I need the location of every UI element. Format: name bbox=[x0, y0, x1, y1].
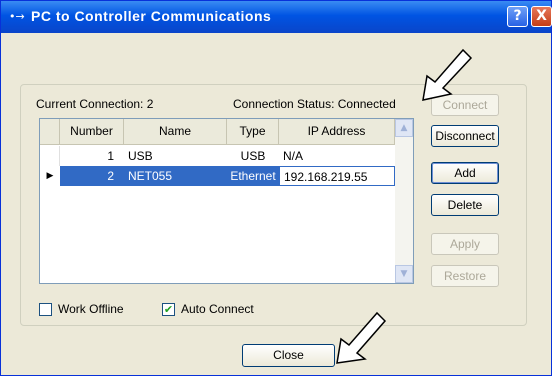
add-button[interactable]: Add bbox=[431, 162, 499, 184]
close-window-button[interactable]: X bbox=[531, 6, 552, 27]
work-offline-label[interactable]: Work Offline bbox=[58, 302, 124, 316]
pointer-arrow-icon bbox=[336, 311, 387, 364]
header-number[interactable]: Number bbox=[60, 119, 124, 144]
table-scrollbar[interactable]: ▲ ▼ bbox=[395, 119, 413, 283]
cell-name: USB bbox=[128, 149, 153, 163]
cell-number: 1 bbox=[107, 149, 114, 163]
table-header: Number Name Type IP Address bbox=[40, 119, 395, 145]
disconnect-button[interactable]: Disconnect bbox=[431, 125, 499, 147]
connections-table: Number Name Type IP Address 1 USB USB N/… bbox=[39, 118, 414, 284]
current-connection-label: Current Connection: 2 bbox=[36, 97, 154, 111]
connection-icon: •→ bbox=[9, 10, 25, 23]
restore-button[interactable]: Restore bbox=[431, 265, 499, 287]
header-type[interactable]: Type bbox=[227, 119, 279, 144]
cell-ip: N/A bbox=[283, 149, 304, 163]
auto-connect-checkbox[interactable]: ✔ bbox=[162, 303, 175, 316]
connection-status-label: Connection Status: Connected bbox=[233, 97, 396, 111]
delete-button[interactable]: Delete bbox=[431, 194, 499, 216]
header-ip-address[interactable]: IP Address bbox=[279, 119, 395, 144]
close-button[interactable]: Close bbox=[242, 344, 335, 367]
apply-button[interactable]: Apply bbox=[431, 233, 499, 255]
cell-type: USB bbox=[240, 149, 266, 163]
scroll-down-icon[interactable]: ▼ bbox=[395, 265, 413, 283]
pointer-arrow-icon bbox=[422, 48, 473, 101]
cell-number: 2 bbox=[60, 166, 124, 186]
header-spacer bbox=[40, 119, 60, 144]
title-bar[interactable]: •→ PC to Controller Communications ? X bbox=[1, 1, 552, 33]
header-name[interactable]: Name bbox=[124, 119, 227, 144]
window-title: PC to Controller Communications bbox=[31, 8, 272, 24]
row-marker bbox=[40, 146, 60, 166]
help-button[interactable]: ? bbox=[507, 6, 528, 27]
cell-type: Ethernet bbox=[227, 166, 279, 186]
cell-ip: 192.168.219.55 bbox=[279, 166, 395, 186]
cell-name: NET055 bbox=[124, 166, 227, 186]
selected-row-icon: ▶ bbox=[46, 171, 54, 181]
dialog-window: •→ PC to Controller Communications ? X C… bbox=[0, 0, 552, 376]
table-row[interactable]: 1 USB USB N/A bbox=[40, 146, 395, 166]
work-offline-checkbox[interactable] bbox=[39, 303, 52, 316]
auto-connect-label[interactable]: Auto Connect bbox=[181, 302, 254, 316]
scroll-up-icon[interactable]: ▲ bbox=[395, 119, 413, 137]
table-row[interactable]: ▶ 2 NET055 Ethernet 192.168.219.55 bbox=[40, 166, 395, 186]
